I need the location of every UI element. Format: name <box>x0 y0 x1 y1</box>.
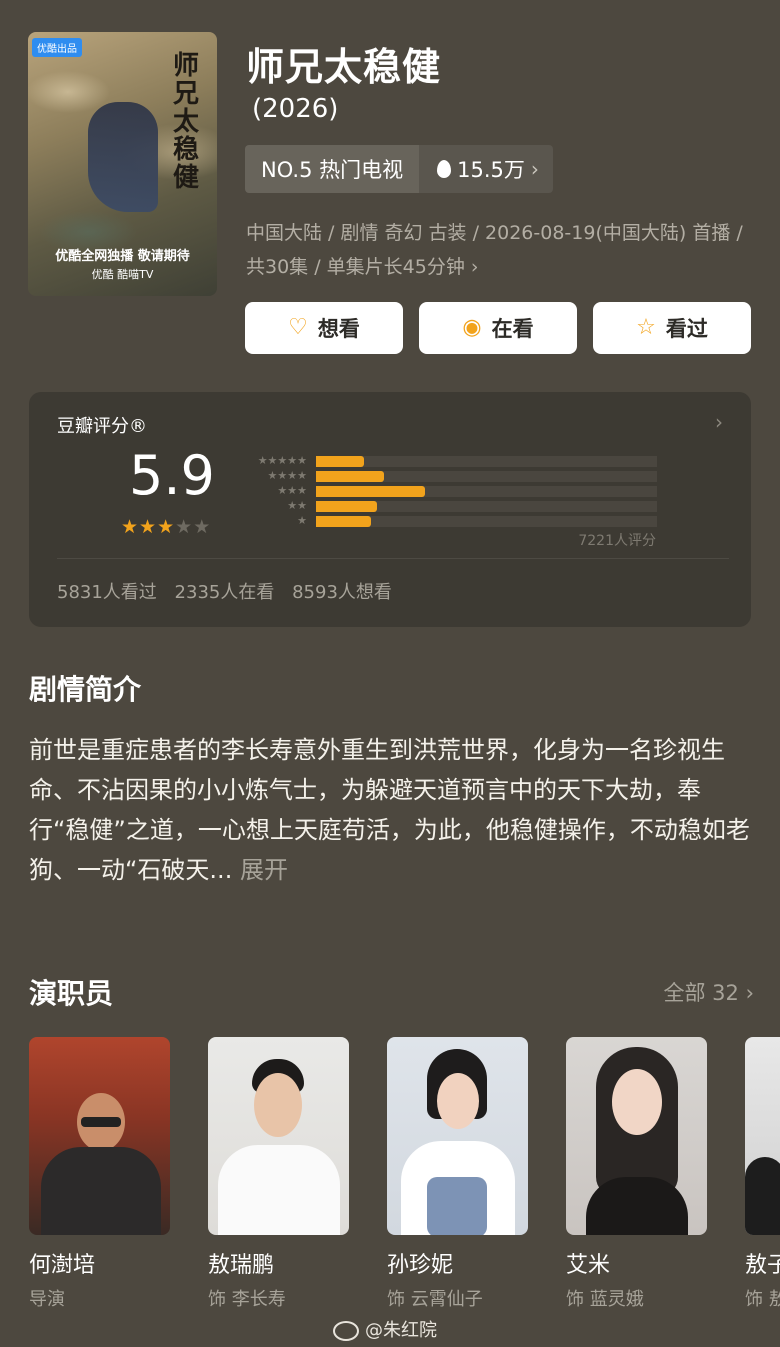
star-empty-icon: ★ <box>193 516 212 538</box>
dist-bar-4 <box>316 471 657 482</box>
dist-stars-4: ★★★★ <box>267 469 307 482</box>
photo-head <box>437 1073 479 1129</box>
watched-button[interactable]: ☆ 看过 <box>593 302 751 354</box>
weibo-icon <box>333 1321 359 1341</box>
photo-body <box>41 1147 161 1235</box>
photo-body <box>218 1145 340 1235</box>
heat-badge[interactable]: 15.5万 › <box>419 145 553 193</box>
target-circle-icon: ◉ <box>462 315 482 340</box>
poster-platforms: 优酷 酷喵TV <box>91 268 154 281</box>
synopsis-body: 前世是重症患者的李长寿意外重生到洪荒世界，化身为一名珍视生命、不沾因果的小小炼气… <box>29 736 750 884</box>
synopsis-text: 前世是重症患者的李长寿意外重生到洪荒世界，化身为一名珍视生命、不沾因果的小小炼气… <box>29 730 751 890</box>
cast-name: 敖瑞鹏 <box>208 1253 275 1278</box>
flame-icon <box>437 160 452 178</box>
dist-fill-1 <box>316 516 371 527</box>
show-meta[interactable]: 中国大陆 / 剧情 奇幻 古装 / 2026-08-19(中国大陆) 首播 / … <box>246 216 756 284</box>
cast-role: 导演 <box>29 1289 65 1310</box>
cast-role: 饰 云霄仙子 <box>387 1289 483 1310</box>
cast-all-link[interactable]: 全部 32 › <box>664 977 755 1007</box>
cast-card[interactable]: 孙珍妮 饰 云霄仙子 <box>387 1037 528 1311</box>
dist-stars-3: ★★★ <box>277 484 307 497</box>
chevron-right-icon[interactable]: › <box>715 410 723 434</box>
heart-plus-icon: ♡ <box>288 315 308 340</box>
raters-count: 7221人评分 <box>578 533 656 549</box>
cast-all-label: 全部 32 <box>663 981 739 1005</box>
cast-name: 艾米 <box>566 1253 611 1278</box>
chevron-right-icon: › <box>470 256 479 278</box>
expand-link[interactable]: 展开 <box>240 856 288 884</box>
meta-text: 中国大陆 / 剧情 奇幻 古装 / 2026-08-19(中国大陆) 首播 / … <box>246 222 743 278</box>
rating-card[interactable]: 豆瓣评分® › 5.9 ★★★★★ ★★★★★ ★★★★ ★★★ ★★ ★ 72… <box>29 392 751 627</box>
want-to-watch-button[interactable]: ♡ 想看 <box>245 302 403 354</box>
cast-role: 饰 李长寿 <box>208 1289 286 1310</box>
cast-role: 饰 敖 <box>745 1289 780 1310</box>
chevron-right-icon: › <box>530 157 539 181</box>
show-year: (2026) <box>252 94 339 124</box>
star-filled-icon: ★ <box>157 516 176 538</box>
cast-photo <box>745 1037 780 1235</box>
dist-fill-4 <box>316 471 385 482</box>
poster-title-art: 师兄太稳健 <box>172 51 199 193</box>
cast-photo <box>566 1037 707 1235</box>
glasses-shape <box>81 1117 121 1127</box>
watching-count[interactable]: 2335人在看 <box>175 582 275 603</box>
dist-stars-2: ★★ <box>287 499 307 512</box>
cast-card[interactable]: 敖子 饰 敖 <box>745 1037 780 1311</box>
watermark-text: @朱红院 <box>365 1320 437 1341</box>
synopsis-heading: 剧情简介 <box>29 673 142 706</box>
dist-stars-5: ★★★★★ <box>257 454 307 467</box>
photo-body <box>586 1177 688 1235</box>
rating-score: 5.9 <box>129 444 215 507</box>
dist-stars-1: ★ <box>297 514 307 527</box>
cast-name: 敖子 <box>745 1253 780 1278</box>
star-filled-icon: ★ <box>139 516 158 538</box>
cast-name: 孙珍妮 <box>387 1253 454 1278</box>
watch-counts: 5831人看过 2335人在看 8593人想看 <box>57 578 392 604</box>
rank-label: NO.5 热门电视 <box>245 145 420 193</box>
cast-card[interactable]: 艾米 饰 蓝灵娥 <box>566 1037 707 1311</box>
heat-value: 15.5万 <box>457 158 525 182</box>
poster-badge: 优酷出品 <box>32 38 82 57</box>
cast-photo <box>208 1037 349 1235</box>
star-filled-icon: ★ <box>121 516 140 538</box>
cast-name: 何澍培 <box>29 1253 96 1278</box>
weibo-watermark: @朱红院 <box>333 1316 437 1342</box>
divider <box>57 558 729 559</box>
poster-image[interactable]: 优酷出品 师兄太稳健 优酷全网独播 敬请期待 优酷 酷喵TV <box>28 32 217 296</box>
poster-figure <box>88 102 158 212</box>
watched-count[interactable]: 5831人看过 <box>57 582 157 603</box>
cast-photo <box>29 1037 170 1235</box>
rating-stars: ★★★★★ <box>121 516 211 538</box>
cast-card[interactable]: 何澍培 导演 <box>29 1037 170 1311</box>
dist-fill-2 <box>316 501 378 512</box>
cast-role: 饰 蓝灵娥 <box>566 1289 644 1310</box>
photo-head <box>254 1073 302 1137</box>
rating-title: 豆瓣评分® <box>57 416 147 437</box>
poster-exclusive-text: 优酷全网独播 敬请期待 <box>55 249 190 264</box>
watching-button[interactable]: ◉ 在看 <box>419 302 577 354</box>
dist-bar-5 <box>316 456 657 467</box>
dist-fill-5 <box>316 456 364 467</box>
cast-card[interactable]: 敖瑞鹏 饰 李长寿 <box>208 1037 349 1311</box>
photo-jeans <box>427 1177 487 1235</box>
watching-label: 在看 <box>491 317 534 341</box>
star-outline-icon: ☆ <box>636 315 656 340</box>
show-title: 师兄太稳健 <box>246 45 442 89</box>
photo-head <box>612 1069 662 1135</box>
watched-label: 看过 <box>665 317 708 341</box>
star-empty-icon: ★ <box>175 516 194 538</box>
chevron-right-icon: › <box>745 981 754 1005</box>
dist-bar-1 <box>316 516 657 527</box>
dist-bar-2 <box>316 501 657 512</box>
dist-fill-3 <box>316 486 426 497</box>
want-to-watch-label: 想看 <box>317 317 360 341</box>
cast-heading: 演职员 <box>29 977 114 1010</box>
cast-photo <box>387 1037 528 1235</box>
want-count[interactable]: 8593人想看 <box>292 582 392 603</box>
rank-badge[interactable]: NO.5 热门电视 15.5万 › <box>245 145 553 193</box>
dist-bar-3 <box>316 486 657 497</box>
photo-body <box>745 1157 780 1235</box>
